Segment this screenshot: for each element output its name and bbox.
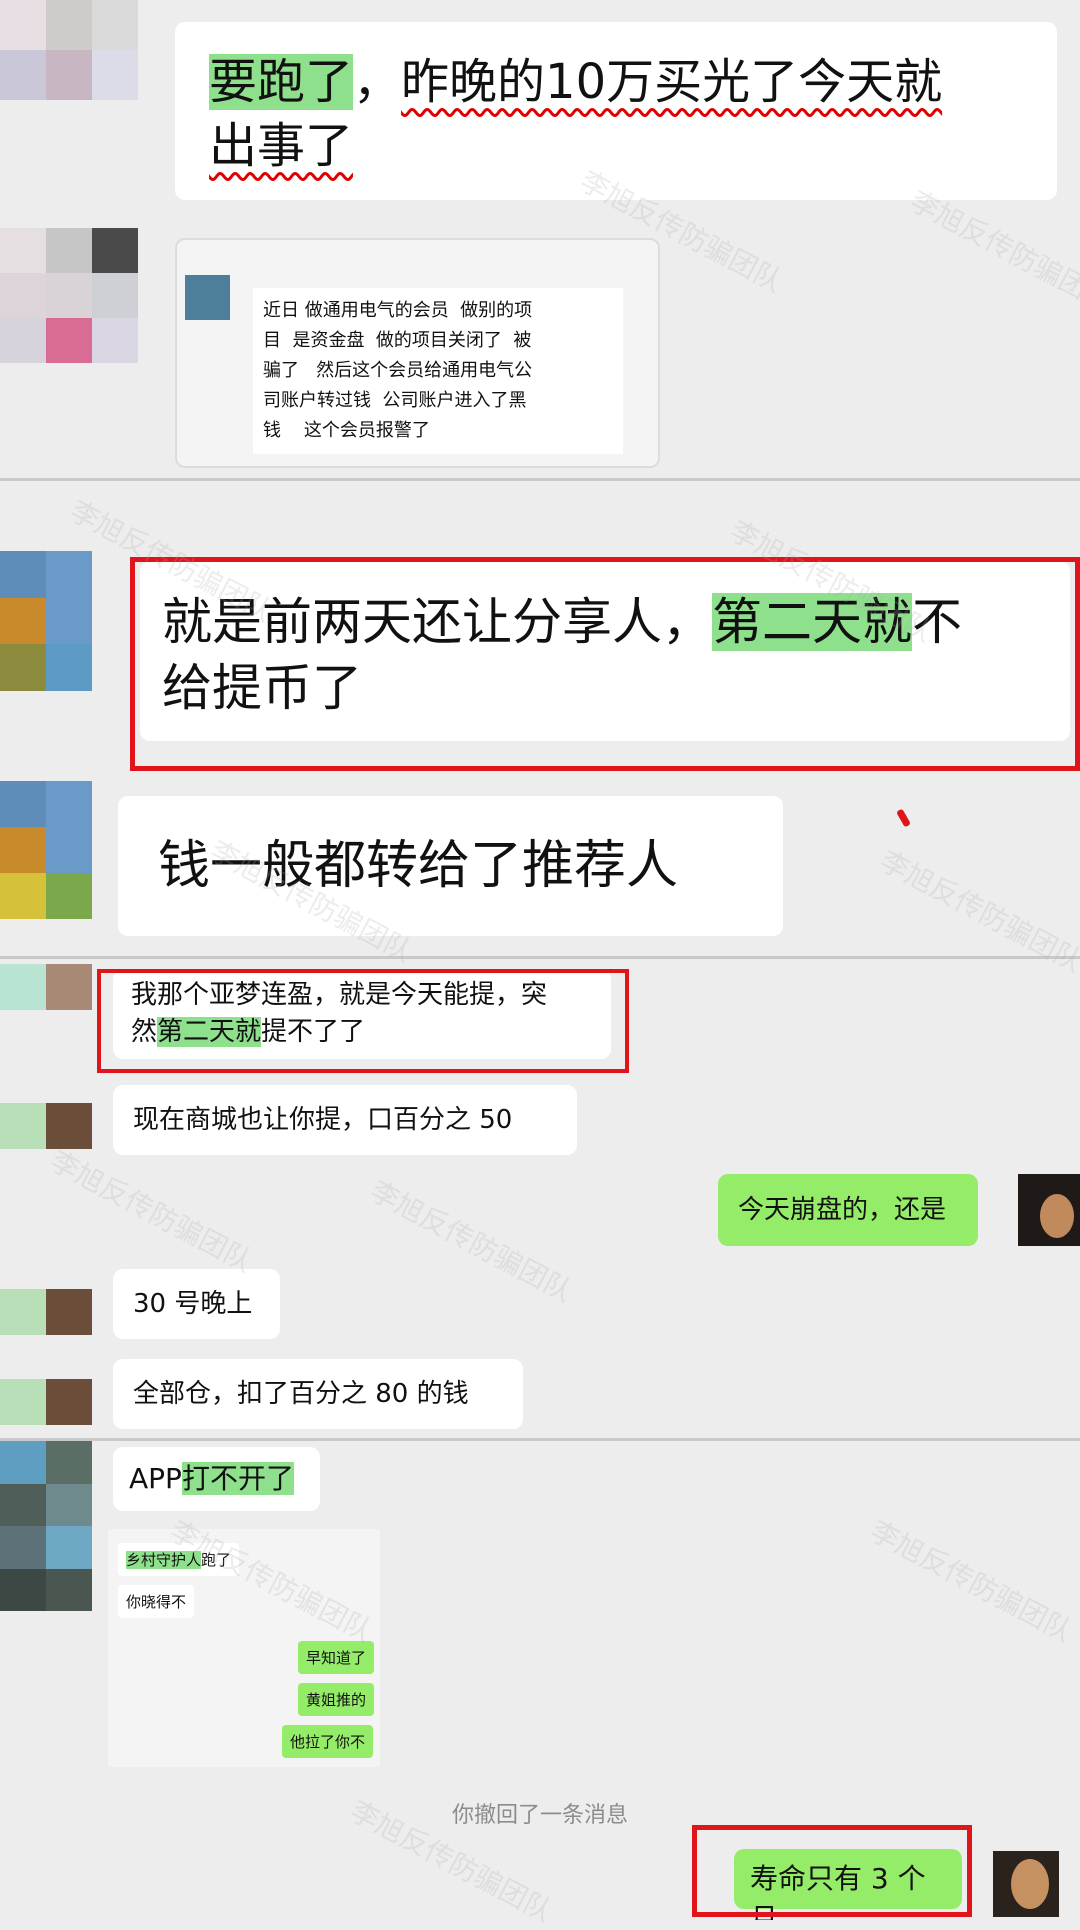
self-avatar[interactable] xyxy=(993,1851,1059,1917)
highlighted-text: 打不开了 xyxy=(181,1462,294,1495)
message-bubble[interactable]: 要跑了，昨晚的10万买光了今天就 出事了 xyxy=(175,22,1057,200)
red-mark xyxy=(895,808,912,828)
avatar-blurred[interactable] xyxy=(0,1289,92,1335)
avatar-blurred[interactable] xyxy=(0,551,92,691)
quoted-avatar xyxy=(185,275,230,320)
quoted-image-message[interactable]: 近日 做通用电气的会员 做别的项 目 是资金盘 做的项目关闭了 被 骗了 然后这… xyxy=(175,238,660,468)
avatar-blurred[interactable] xyxy=(0,228,138,363)
red-annotation-box xyxy=(692,1825,972,1917)
message-text: 全部仓，扣了百分之 80 的钱 xyxy=(133,1379,469,1409)
mini-chat-self-bubble: 他拉了你不 xyxy=(282,1725,374,1758)
message-bubble[interactable]: 现在商城也让你提，口百分之 50 xyxy=(113,1085,577,1155)
avatar-blurred[interactable] xyxy=(0,0,138,100)
mini-chat-self-bubble: 黄姐推的 xyxy=(298,1683,375,1716)
self-avatar[interactable] xyxy=(1018,1174,1080,1246)
chat-panel-2: 就是前两天还让分享人，第二天就不 给提币了 钱一般都转给了推荐人 xyxy=(0,481,1080,956)
message-text: 钱一般都转给了推荐人 xyxy=(158,836,679,896)
avatar-blurred[interactable] xyxy=(0,1379,92,1425)
message-text: ， xyxy=(353,54,402,110)
chat-panel-3: 我那个亚梦连盈，就是今天能提，突 然第二天就提不了了 现在商城也让你提，口百分之 … xyxy=(0,959,1080,1438)
avatar-blurred[interactable] xyxy=(0,1441,92,1611)
avatar-blurred[interactable] xyxy=(0,1103,92,1149)
message-bubble[interactable]: 钱一般都转给了推荐人 xyxy=(118,796,783,936)
message-bubble[interactable]: 30 号晚上 xyxy=(113,1269,280,1339)
message-text: 现在商城也让你提，口百分之 50 xyxy=(133,1105,513,1135)
message-text: 30 号晚上 xyxy=(133,1289,253,1319)
red-annotation-box xyxy=(130,557,1080,771)
mini-chat-self-bubble: 早知道了 xyxy=(298,1641,375,1674)
red-annotation-box xyxy=(97,969,629,1073)
screenshot-image-message[interactable]: 乡村守护人跑了 你晓得不 早知道了 黄姐推的 他拉了你不 xyxy=(108,1529,380,1767)
message-bubble[interactable]: 全部仓，扣了百分之 80 的钱 xyxy=(113,1359,523,1429)
mini-chat-bubble: 你晓得不 xyxy=(118,1585,195,1618)
avatar-blurred[interactable] xyxy=(0,781,92,919)
chat-panel-1: 要跑了，昨晚的10万买光了今天就 出事了 近日 做通用电气的会员 做别的项 目 是… xyxy=(0,0,1080,475)
underlined-text: 昨晚的10万买光了今天就 xyxy=(401,54,943,110)
message-bubble[interactable]: APP打不开了 xyxy=(113,1447,320,1511)
highlighted-text: 要跑了 xyxy=(209,54,354,110)
quoted-text: 近日 做通用电气的会员 做别的项 目 是资金盘 做的项目关闭了 被 骗了 然后这… xyxy=(253,288,623,454)
mini-chat-bubble: 乡村守护人跑了 xyxy=(118,1543,240,1576)
underlined-text: 出事了 xyxy=(209,118,354,174)
message-text: APP xyxy=(129,1462,182,1495)
avatar-blurred[interactable] xyxy=(0,964,92,1010)
chat-panel-4: APP打不开了 乡村守护人跑了 你晓得不 早知道了 黄姐推的 他拉了你不 你撤回… xyxy=(0,1441,1080,1920)
self-message-bubble[interactable]: 今天崩盘的，还是 xyxy=(718,1174,978,1246)
message-text: 今天崩盘的，还是 xyxy=(738,1195,947,1225)
